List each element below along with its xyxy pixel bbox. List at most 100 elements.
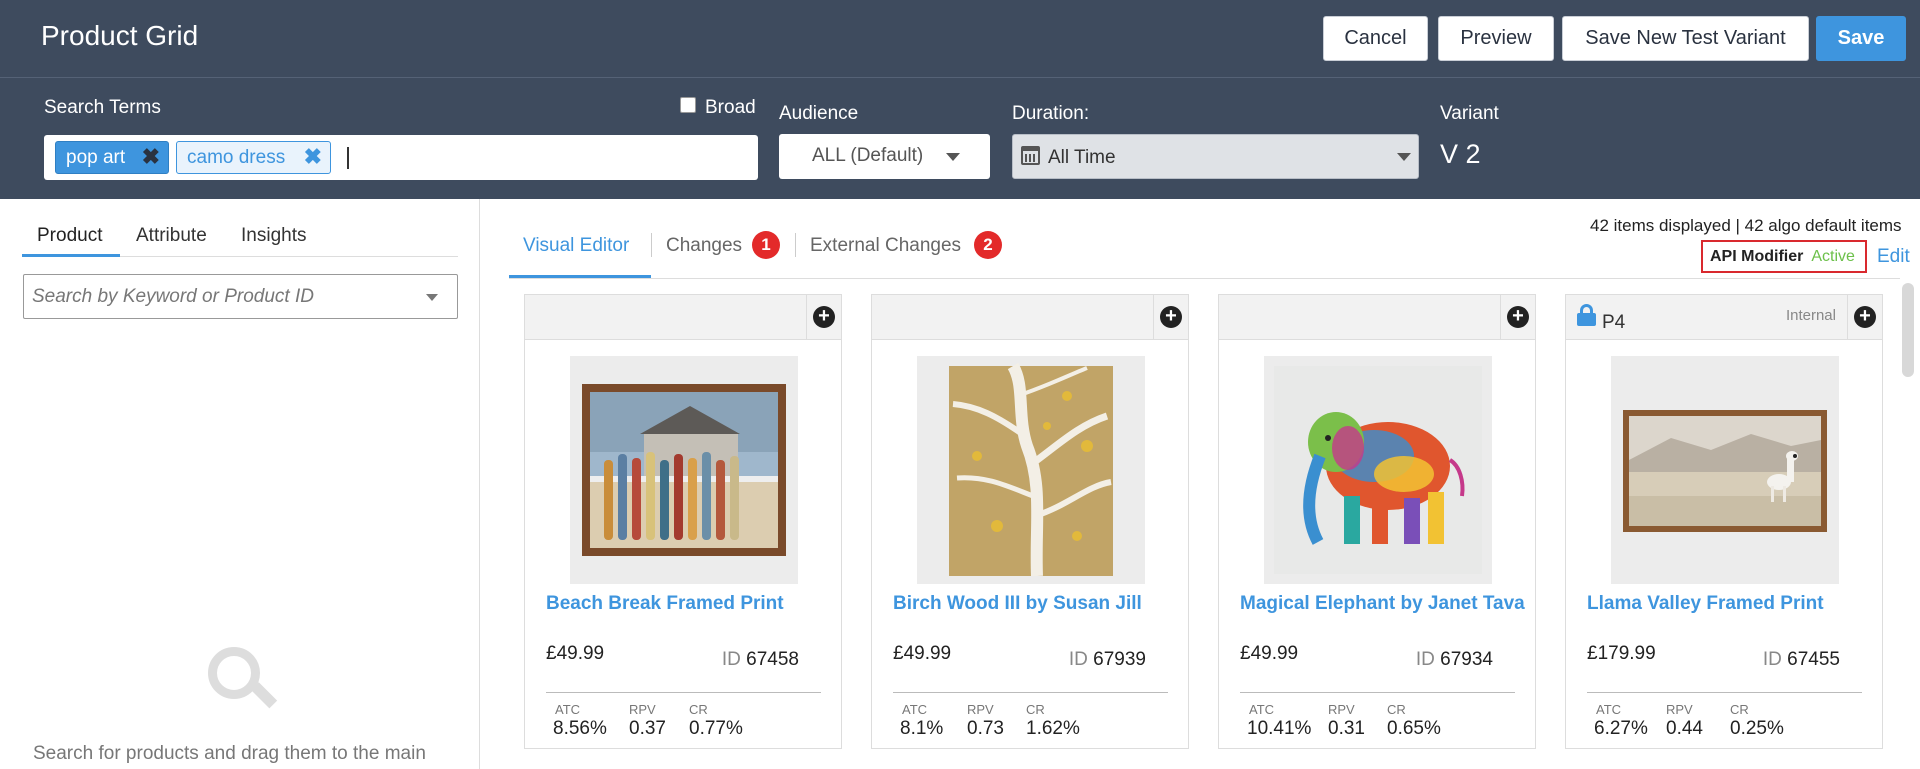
tab-divider — [509, 278, 1900, 279]
search-terms-label: Search Terms — [44, 97, 161, 118]
atc-value: 10.41% — [1247, 718, 1312, 739]
vertical-scrollbar[interactable] — [1902, 283, 1914, 377]
rpv-value: 0.37 — [629, 718, 666, 739]
product-id-label: ID — [1068, 649, 1088, 670]
magical-elephant-artwork — [1274, 366, 1482, 574]
save-new-test-variant-button[interactable]: Save New Test Variant — [1562, 16, 1809, 61]
duration-value: All Time — [1048, 147, 1116, 168]
internal-label: Internal — [1785, 307, 1836, 324]
cr-label: CR — [1387, 702, 1406, 717]
tab-attribute[interactable]: Attribute — [136, 225, 207, 247]
plus-circle-icon[interactable]: + — [1854, 306, 1876, 328]
product-id-label: ID — [1762, 649, 1782, 670]
product-card[interactable]: P4 Internal + Llama Valley Framed Print … — [1565, 294, 1883, 749]
divider — [1153, 295, 1154, 340]
plus-circle-icon[interactable]: + — [1507, 306, 1529, 328]
save-button[interactable]: Save — [1816, 16, 1906, 61]
atc-value: 8.56% — [553, 718, 607, 739]
plus-circle-icon[interactable]: + — [1160, 306, 1182, 328]
divider — [893, 692, 1168, 693]
product-search-input[interactable]: Search by Keyword or Product ID — [23, 274, 458, 319]
rpv-label: RPV — [1328, 702, 1355, 717]
llama-valley-artwork — [1623, 410, 1827, 532]
divider — [806, 295, 807, 340]
tab-insights[interactable]: Insights — [241, 225, 306, 247]
product-id-label: ID — [721, 649, 741, 670]
plus-circle-icon[interactable]: + — [813, 306, 835, 328]
position-label: P4 — [1602, 312, 1626, 333]
search-icon — [208, 647, 260, 699]
close-icon[interactable]: ✖ — [304, 146, 322, 168]
api-modifier-label: API Modifier — [1710, 247, 1804, 265]
product-title-link[interactable]: Birch Wood III by Susan Jill — [893, 593, 1178, 615]
rpv-value: 0.44 — [1666, 718, 1703, 739]
cancel-button[interactable]: Cancel — [1323, 16, 1428, 61]
cr-value: 0.65% — [1387, 718, 1441, 739]
broad-label: Broad — [705, 97, 756, 118]
lock-icon[interactable] — [1577, 304, 1596, 326]
tab-changes[interactable]: Changes — [666, 235, 742, 257]
cr-label: CR — [689, 702, 708, 717]
broad-checkbox[interactable] — [680, 97, 696, 113]
birch-wood-artwork — [949, 362, 1113, 577]
rpv-value: 0.73 — [967, 718, 1004, 739]
items-displayed-info: 42 items displayed | 42 algo default ite… — [1590, 216, 1902, 235]
product-id-value: 67934 — [1440, 649, 1493, 670]
rpv-label: RPV — [1666, 702, 1693, 717]
audience-value: ALL (Default) — [812, 145, 924, 166]
atc-value: 8.1% — [900, 718, 944, 739]
product-price: £49.99 — [893, 643, 952, 664]
tab-product[interactable]: Product — [37, 225, 102, 247]
product-image — [570, 356, 798, 584]
product-card[interactable]: + Birch Wood III by Susan Jill £49.99 ID… — [871, 294, 1189, 749]
product-title-link[interactable]: Beach Break Framed Print — [546, 593, 831, 615]
product-id: ID 67455 — [1763, 649, 1840, 671]
rpv-value: 0.31 — [1328, 718, 1365, 739]
product-title-link[interactable]: Llama Valley Framed Print — [1587, 593, 1872, 615]
product-card[interactable]: + Magical Elephant by Janet Tava £49.99 … — [1218, 294, 1536, 749]
calendar-icon — [1021, 146, 1040, 165]
tab-external-changes[interactable]: External Changes — [810, 235, 961, 257]
product-id: ID 67934 — [1416, 649, 1493, 671]
preview-button[interactable]: Preview — [1438, 16, 1554, 61]
search-tag: camo dress ✖ — [176, 141, 331, 174]
changes-count-badge: 1 — [752, 231, 780, 259]
cr-label: CR — [1026, 702, 1045, 717]
active-tab-indicator — [22, 254, 120, 257]
top-header: Product Grid Cancel Preview Save New Tes… — [0, 0, 1920, 78]
divider — [1500, 295, 1501, 340]
edit-link[interactable]: Edit — [1877, 246, 1910, 268]
card-header: + — [872, 295, 1188, 340]
chevron-down-icon[interactable] — [426, 294, 438, 301]
product-price: £179.99 — [1587, 643, 1656, 664]
search-terms-input[interactable]: pop art ✖ camo dress ✖ — [44, 135, 758, 180]
card-header: + — [1219, 295, 1535, 340]
tab-visual-editor[interactable]: Visual Editor — [523, 235, 629, 257]
atc-label: ATC — [1596, 702, 1622, 717]
divider — [546, 692, 821, 693]
product-image — [917, 356, 1145, 584]
card-header: P4 Internal + — [1566, 295, 1882, 340]
rpv-label: RPV — [629, 702, 656, 717]
card-header: + — [525, 295, 841, 340]
tab-separator — [651, 233, 652, 257]
close-icon[interactable]: ✖ — [142, 146, 160, 168]
divider — [1847, 295, 1848, 340]
text-cursor — [347, 147, 349, 169]
product-id: ID 67458 — [722, 649, 799, 671]
external-changes-count-badge: 2 — [974, 231, 1002, 259]
duration-select[interactable]: All Time — [1012, 134, 1419, 179]
product-card[interactable]: + Beach Break Framed Print £49.99 ID 674… — [524, 294, 842, 749]
audience-select[interactable]: ALL (Default) — [779, 134, 990, 179]
variant-value: V 2 — [1440, 139, 1481, 169]
product-id-value: 67458 — [746, 649, 799, 670]
cr-value: 0.25% — [1730, 718, 1784, 739]
product-id: ID 67939 — [1069, 649, 1146, 671]
product-price: £49.99 — [546, 643, 605, 664]
product-title-link[interactable]: Magical Elephant by Janet Tava — [1240, 593, 1525, 615]
beach-break-artwork — [582, 384, 786, 556]
divider — [1240, 692, 1515, 693]
cr-value: 1.62% — [1026, 718, 1080, 739]
rpv-label: RPV — [967, 702, 994, 717]
cr-value: 0.77% — [689, 718, 743, 739]
